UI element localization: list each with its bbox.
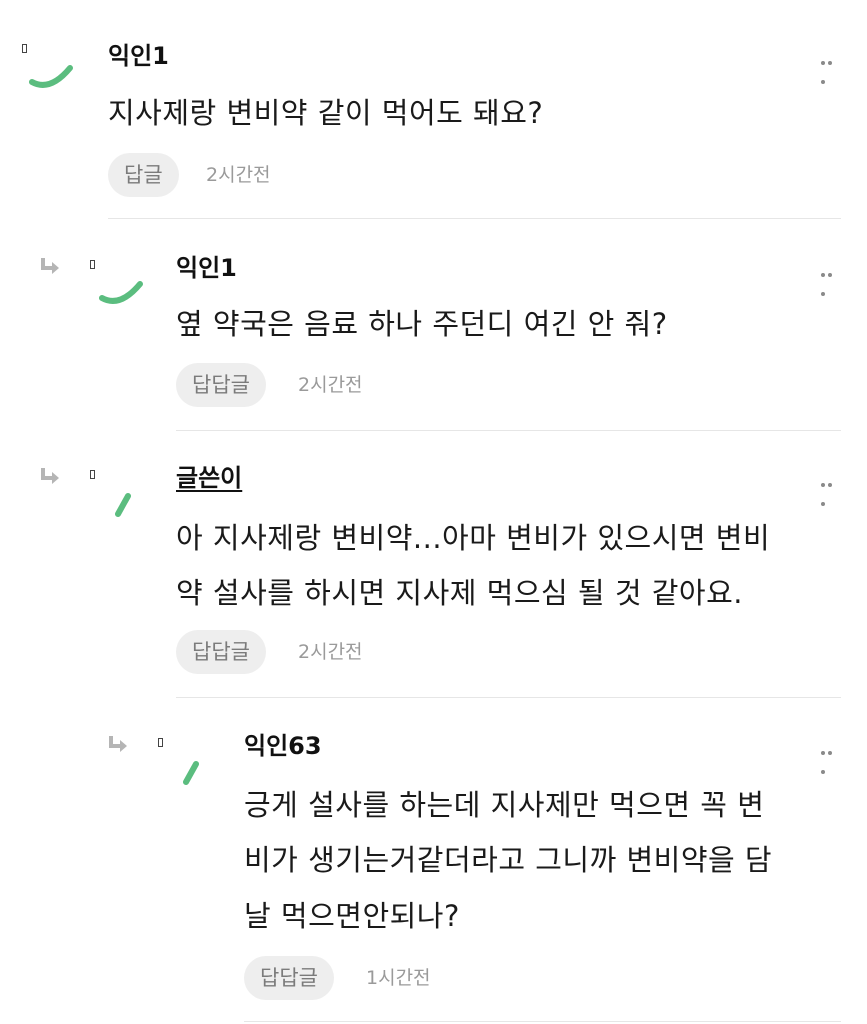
- avatar-arc-icon: [99, 281, 143, 304]
- avatar-dash-icon: [115, 493, 131, 517]
- avatar-arc-icon: [29, 65, 73, 88]
- comment-text-line: 긍게 설사를 하는데 지사제만 먹으면 꼭 변: [244, 788, 765, 822]
- comment-timestamp: 2시간전: [298, 641, 363, 663]
- comment-divider: [176, 697, 841, 698]
- reply-button[interactable]: 답글: [108, 153, 179, 197]
- more-options-icon[interactable]: [821, 50, 841, 84]
- reply-button[interactable]: 답답글: [244, 956, 334, 1000]
- reply-arrow-icon: [109, 736, 127, 752]
- comment-timestamp: 1시간전: [366, 967, 431, 989]
- comment-author[interactable]: 익인1: [108, 40, 169, 72]
- more-options-icon[interactable]: [821, 740, 841, 774]
- reply-arrow-icon: [41, 468, 59, 484]
- comment-text-line: 비가 생기는거같더라고 그니까 변비약을 담: [244, 843, 773, 877]
- comment-timestamp: 2시간전: [206, 164, 271, 186]
- comment-text-line: 옆 약국은 음료 하나 주던디 여긴 안 줘?: [176, 307, 668, 341]
- comment-text-line: 지사제랑 변비약 같이 먹어도 돼요?: [108, 96, 544, 130]
- reply-arrow-icon: [41, 258, 59, 274]
- comment-text-line: 약 설사를 하시면 지사제 먹으심 될 것 같아요.: [176, 576, 743, 610]
- comment-author-op[interactable]: 글쓴이: [176, 462, 242, 494]
- reply-button[interactable]: 답답글: [176, 363, 266, 407]
- comment-author[interactable]: 익인63: [244, 730, 322, 762]
- comment-divider: [244, 1021, 841, 1022]
- comment-divider: [108, 218, 841, 219]
- avatar-dash-icon: [183, 761, 199, 785]
- broken-image-icon: [90, 470, 95, 479]
- more-options-icon[interactable]: [821, 472, 841, 506]
- broken-image-icon: [90, 260, 95, 269]
- comment-text-line: 날 먹으면안되나?: [244, 899, 460, 933]
- comment-author[interactable]: 익인1: [176, 252, 237, 284]
- broken-image-icon: [22, 44, 27, 53]
- comment-timestamp: 2시간전: [298, 374, 363, 396]
- comment-text-line: 아 지사제랑 변비약...아마 변비가 있으시면 변비: [176, 521, 771, 555]
- broken-image-icon: [158, 738, 163, 747]
- more-options-icon[interactable]: [821, 262, 841, 296]
- reply-button[interactable]: 답답글: [176, 630, 266, 674]
- comment-divider: [176, 430, 841, 431]
